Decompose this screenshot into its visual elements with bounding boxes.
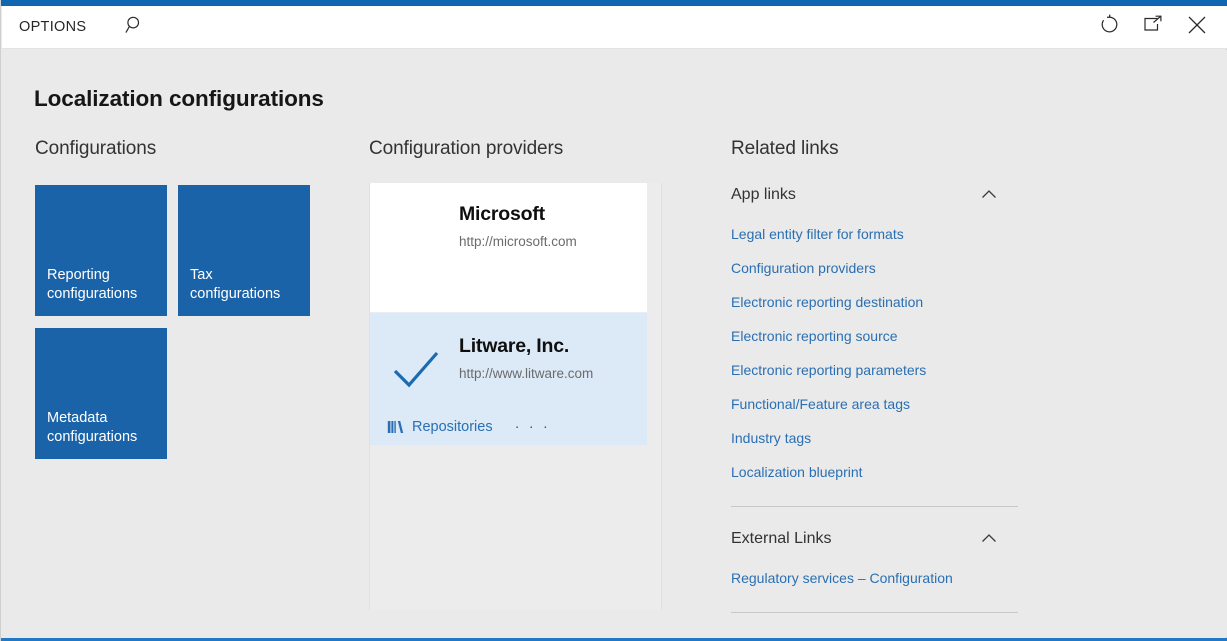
configuration-providers-heading: Configuration providers xyxy=(369,138,564,159)
repositories-button[interactable]: Repositories xyxy=(387,419,493,435)
links-divider-bottom xyxy=(731,612,1018,613)
related-link-localization-blueprint[interactable]: Localization blueprint xyxy=(731,464,1018,480)
configuration-providers-section: Configuration providers Microsoft http:/… xyxy=(369,138,681,610)
tile-label: Metadata configurations xyxy=(47,410,138,445)
chevron-up-icon[interactable] xyxy=(979,529,999,549)
open-in-new-window-icon xyxy=(1142,15,1164,40)
related-link-functional-feature-area-tags[interactable]: Functional/Feature area tags xyxy=(731,396,1018,412)
tile-label: Reporting configurations xyxy=(47,267,138,302)
related-link-electronic-reporting-source[interactable]: Electronic reporting source xyxy=(731,328,1018,344)
refresh-button[interactable] xyxy=(1087,6,1131,48)
command-bar: OPTIONS xyxy=(2,6,1227,49)
links-group-app-links: App links Legal entity filter for format… xyxy=(731,182,1018,480)
related-link-regulatory-services-configuration[interactable]: Regulatory services – Configuration xyxy=(731,570,1018,586)
application-window: OPTIONS Localization configurations Conf… xyxy=(0,0,1227,641)
links-group-header-app-links[interactable]: App links xyxy=(731,182,1018,208)
window-controls xyxy=(1087,6,1227,48)
search-icon xyxy=(125,15,145,40)
options-button[interactable]: OPTIONS xyxy=(15,13,90,41)
provider-card-microsoft[interactable]: Microsoft http://microsoft.com xyxy=(370,183,647,312)
related-links-heading: Related links xyxy=(731,138,839,159)
chevron-up-icon[interactable] xyxy=(979,185,999,205)
links-group-header-external-links[interactable]: External Links xyxy=(731,526,1018,552)
provider-card-litware[interactable]: Litware, Inc. http://www.litware.com Rep… xyxy=(370,312,647,445)
tile-label: Tax configurations xyxy=(190,267,281,302)
provider-url: http://microsoft.com xyxy=(459,234,577,249)
open-in-new-window-button[interactable] xyxy=(1131,6,1175,48)
configurations-heading: Configurations xyxy=(35,138,157,159)
configuration-providers-list: Microsoft http://microsoft.com Litware, … xyxy=(369,183,662,610)
related-link-industry-tags[interactable]: Industry tags xyxy=(731,430,1018,446)
books-icon xyxy=(387,419,404,435)
tile-metadata-configurations[interactable]: Metadata configurations xyxy=(35,328,167,459)
provider-url: http://www.litware.com xyxy=(459,366,594,381)
overflow-menu-button[interactable]: · · · xyxy=(515,419,551,434)
links-group-title: External Links xyxy=(731,530,832,547)
tile-tax-configurations[interactable]: Tax configurations xyxy=(178,185,310,316)
related-links-section: Related links App links Legal entity fil… xyxy=(731,138,1031,613)
tile-reporting-configurations[interactable]: Reporting configurations xyxy=(35,185,167,316)
refresh-icon xyxy=(1099,14,1120,40)
links-group-title: App links xyxy=(731,186,796,203)
close-button[interactable] xyxy=(1175,6,1219,48)
related-link-electronic-reporting-parameters[interactable]: Electronic reporting parameters xyxy=(731,362,1018,378)
page-body: Localization configurations Configuratio… xyxy=(2,50,1227,637)
provider-name: Litware, Inc. xyxy=(459,335,570,357)
page-title: Localization configurations xyxy=(34,86,324,111)
related-link-legal-entity-filter-for-formats[interactable]: Legal entity filter for formats xyxy=(731,226,1018,242)
configurations-section: Configurations Reporting configurations … xyxy=(35,138,335,465)
search-button[interactable] xyxy=(121,13,149,41)
related-link-configuration-providers[interactable]: Configuration providers xyxy=(731,260,1018,276)
configuration-tiles: Reporting configurations Tax configurati… xyxy=(35,185,325,465)
provider-name: Microsoft xyxy=(459,203,545,225)
provider-card-text: Litware, Inc. http://www.litware.com xyxy=(459,335,593,381)
repositories-label: Repositories xyxy=(412,419,493,435)
checkmark-icon xyxy=(391,345,441,395)
links-group-external-links: External Links Regulatory services – Con… xyxy=(731,526,1018,586)
provider-card-actions: Repositories · · · xyxy=(387,419,550,435)
related-link-electronic-reporting-destination[interactable]: Electronic reporting destination xyxy=(731,294,1018,310)
close-icon xyxy=(1186,14,1208,41)
provider-card-text: Microsoft http://microsoft.com xyxy=(459,203,577,249)
links-divider-top xyxy=(731,506,1018,507)
